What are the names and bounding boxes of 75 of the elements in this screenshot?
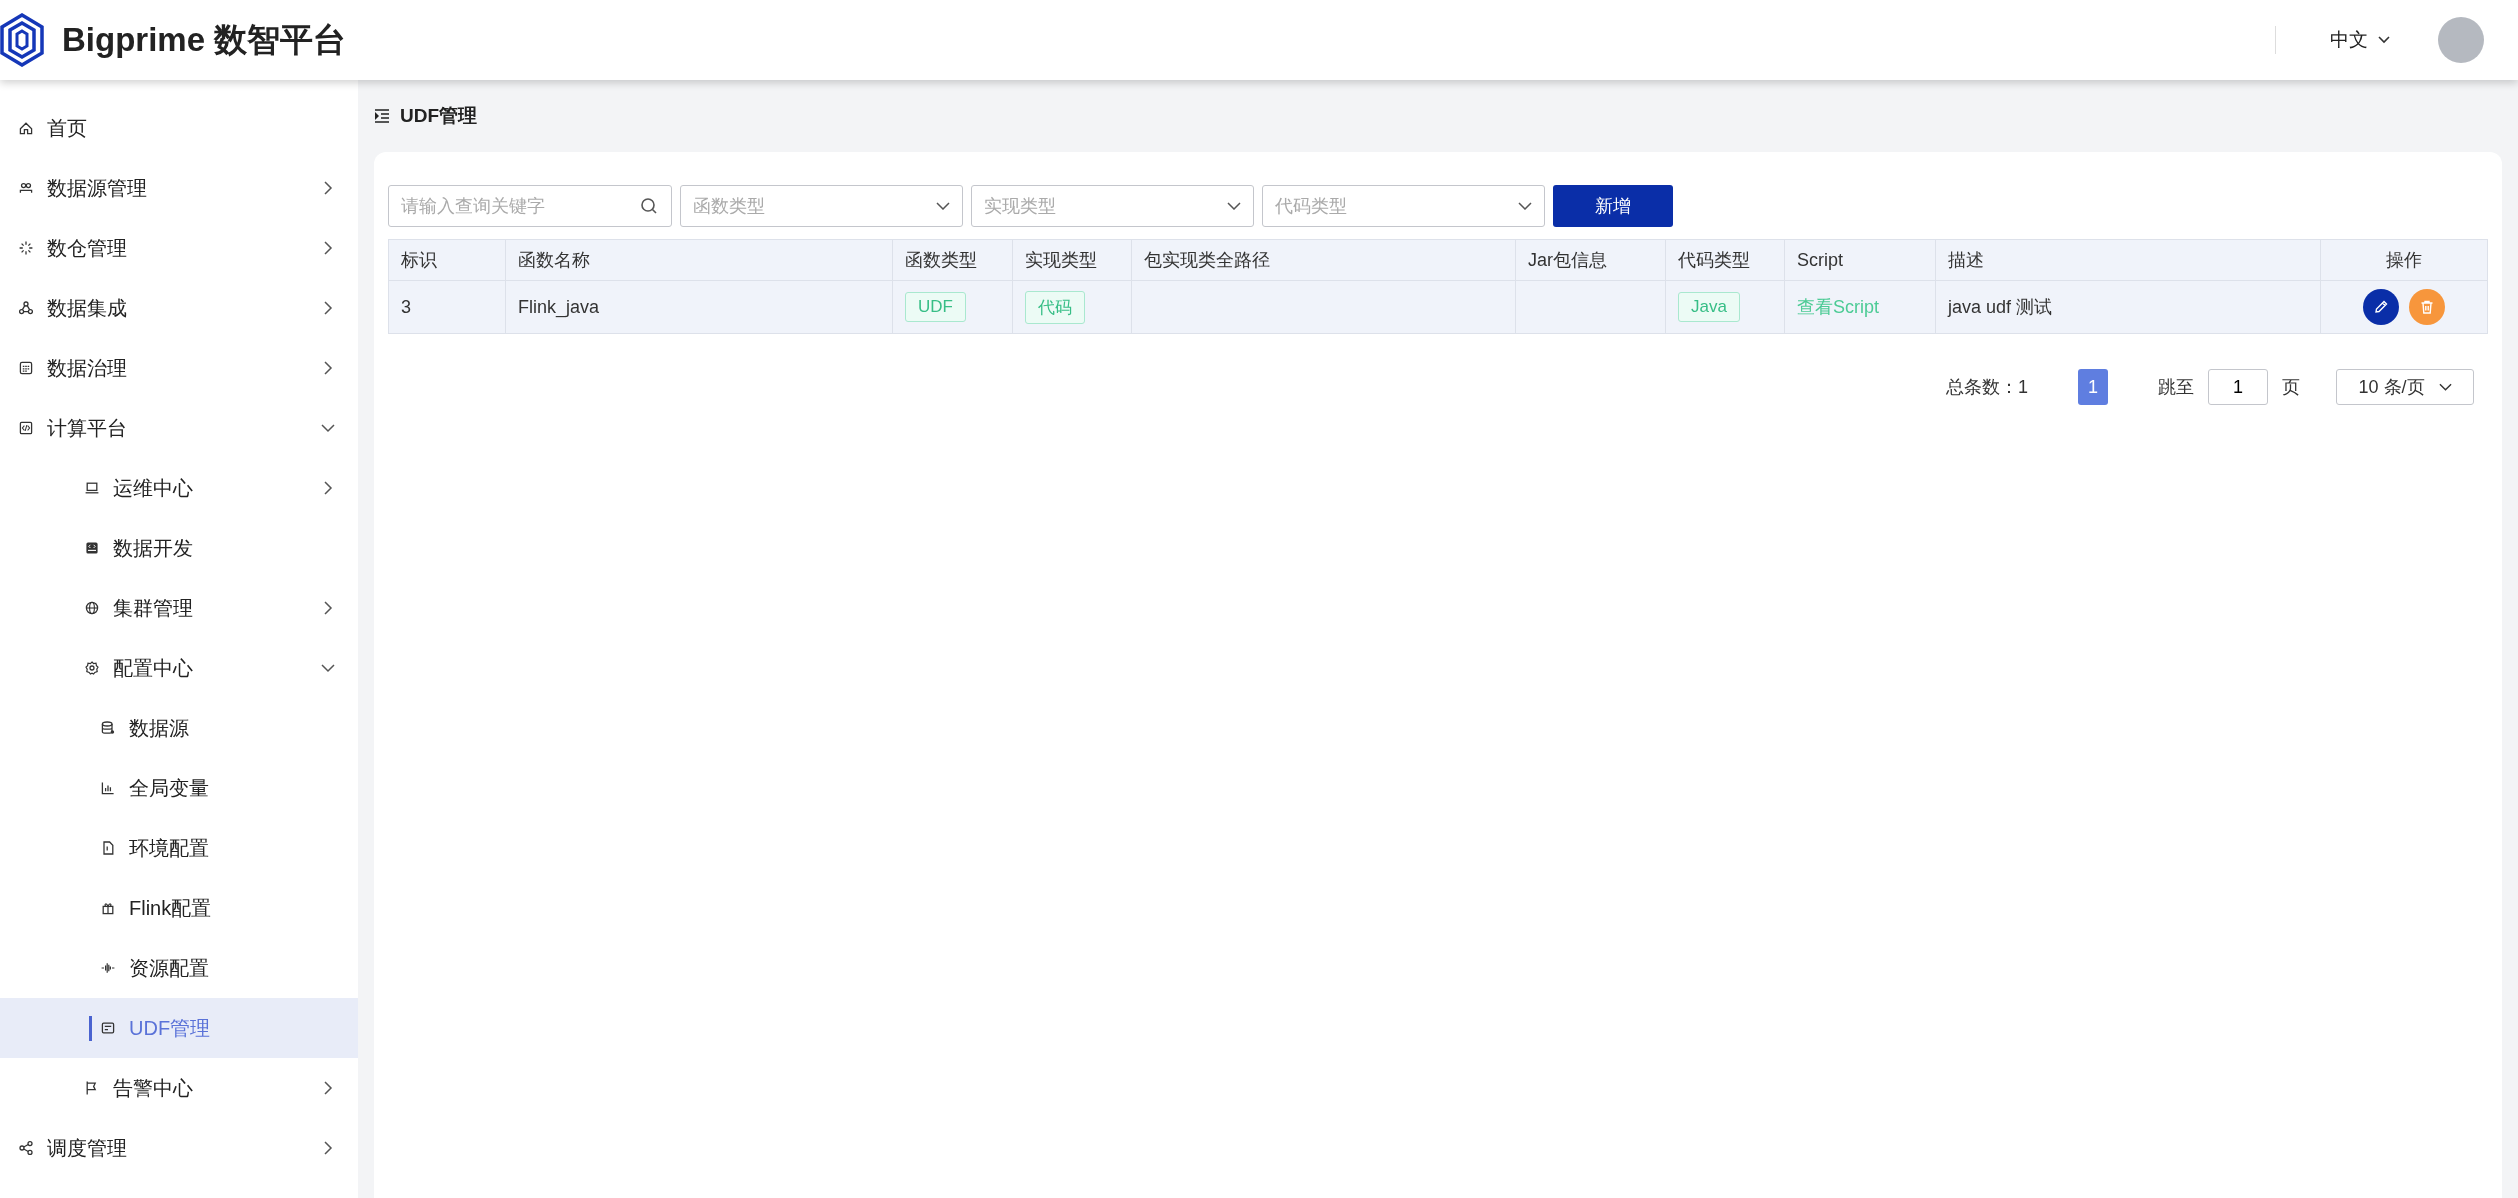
page-title: UDF管理 (400, 104, 478, 128)
sidebar-item[interactable]: 数据集成 (0, 278, 358, 338)
page-unit: 页 (2282, 376, 2300, 399)
pencil-icon (2373, 299, 2389, 315)
laptop-icon (84, 480, 100, 496)
column-header: Jar包信息 (1528, 250, 1607, 270)
sidebar-item[interactable]: 数据源 (0, 698, 358, 758)
code-icon (18, 420, 34, 436)
add-button[interactable]: 新增 (1553, 185, 1673, 227)
column-header: 标识 (401, 250, 437, 270)
table-cell: Flink_java (518, 296, 600, 317)
share-nodes-icon (18, 1140, 34, 1156)
sidebar-item[interactable]: 配置中心 (0, 638, 358, 698)
column-header: 操作 (2386, 250, 2422, 270)
app-title: Bigprime 数智平台 (62, 19, 347, 60)
sidebar-item[interactable]: 计算平台 (0, 398, 358, 458)
column-header: 代码类型 (1678, 250, 1750, 270)
type-tag: Java (1678, 292, 1740, 322)
bar-chart-icon (100, 780, 116, 796)
gear-icon (84, 660, 100, 676)
sidebar-item[interactable]: 首页 (0, 98, 358, 158)
caret-icon (2438, 383, 2452, 391)
database-icon (100, 720, 116, 736)
column-header: 描述 (1948, 250, 1984, 270)
table-cell: 3 (401, 296, 411, 317)
trash-icon (2419, 299, 2435, 315)
user-avatar[interactable] (2438, 17, 2484, 63)
page-number[interactable]: 1 (2078, 369, 2108, 405)
sidebar-item[interactable]: 数据治理 (0, 338, 358, 398)
caret-icon (1227, 202, 1241, 210)
language-dropdown[interactable]: 中文 (2322, 23, 2398, 57)
sidebar-item[interactable]: 集群管理 (0, 578, 358, 638)
delete-button[interactable] (2409, 289, 2445, 325)
nodes-icon (18, 300, 34, 316)
card-list-icon (100, 1020, 116, 1036)
caret-icon (936, 202, 950, 210)
sidebar-item[interactable]: 数据源管理 (0, 158, 358, 218)
column-header: 实现类型 (1025, 250, 1097, 270)
sidebar-item[interactable]: UDF管理 (0, 998, 358, 1058)
column-header: Script (1797, 249, 1843, 270)
calendar-icon (18, 360, 34, 376)
sidebar-item[interactable]: 全局变量 (0, 758, 358, 818)
sidebar-item[interactable]: 数仓管理 (0, 218, 358, 278)
globe-icon (84, 600, 100, 616)
search-icon (640, 197, 658, 215)
table-cell: java udf 测试 (1948, 297, 2053, 317)
page-size-dropdown[interactable]: 10 条/页 (2336, 369, 2474, 405)
type-tag: 代码 (1025, 290, 1085, 324)
type-tag: UDF (905, 292, 966, 322)
sidebar-item[interactable]: 资源配置 (0, 938, 358, 998)
gift-icon (100, 900, 116, 916)
search-field[interactable]: 请输入查询关键字 (388, 185, 672, 227)
hexagon-logo-icon (0, 13, 44, 67)
column-header: 函数类型 (905, 250, 977, 270)
jump-label: 跳至 (2158, 376, 2194, 399)
sparkle-icon (18, 240, 34, 256)
column-header: 函数名称 (518, 250, 590, 270)
total-count: 总条数：1 (1946, 376, 2028, 399)
sidebar-item[interactable]: 告警中心 (0, 1058, 358, 1118)
page-input[interactable]: 1 (2208, 369, 2268, 405)
sidebar-item[interactable]: 环境配置 (0, 818, 358, 878)
edit-button[interactable] (2363, 289, 2399, 325)
caret-icon (1518, 202, 1532, 210)
column-header: 包实现类全路径 (1144, 250, 1270, 270)
home-icon (18, 120, 34, 136)
document-icon (100, 840, 116, 856)
code-file-icon (84, 540, 100, 556)
sidebar-item[interactable]: 运维中心 (0, 458, 358, 518)
sidebar-item[interactable]: 数据开发 (0, 518, 358, 578)
indent-list-icon (374, 109, 390, 123)
caret-icon (2378, 36, 2390, 44)
sidebar-item[interactable]: Flink配置 (0, 878, 358, 938)
sidebar-item[interactable]: 调度管理 (0, 1118, 358, 1178)
waveform-icon (100, 960, 116, 976)
people-icon (18, 180, 34, 196)
